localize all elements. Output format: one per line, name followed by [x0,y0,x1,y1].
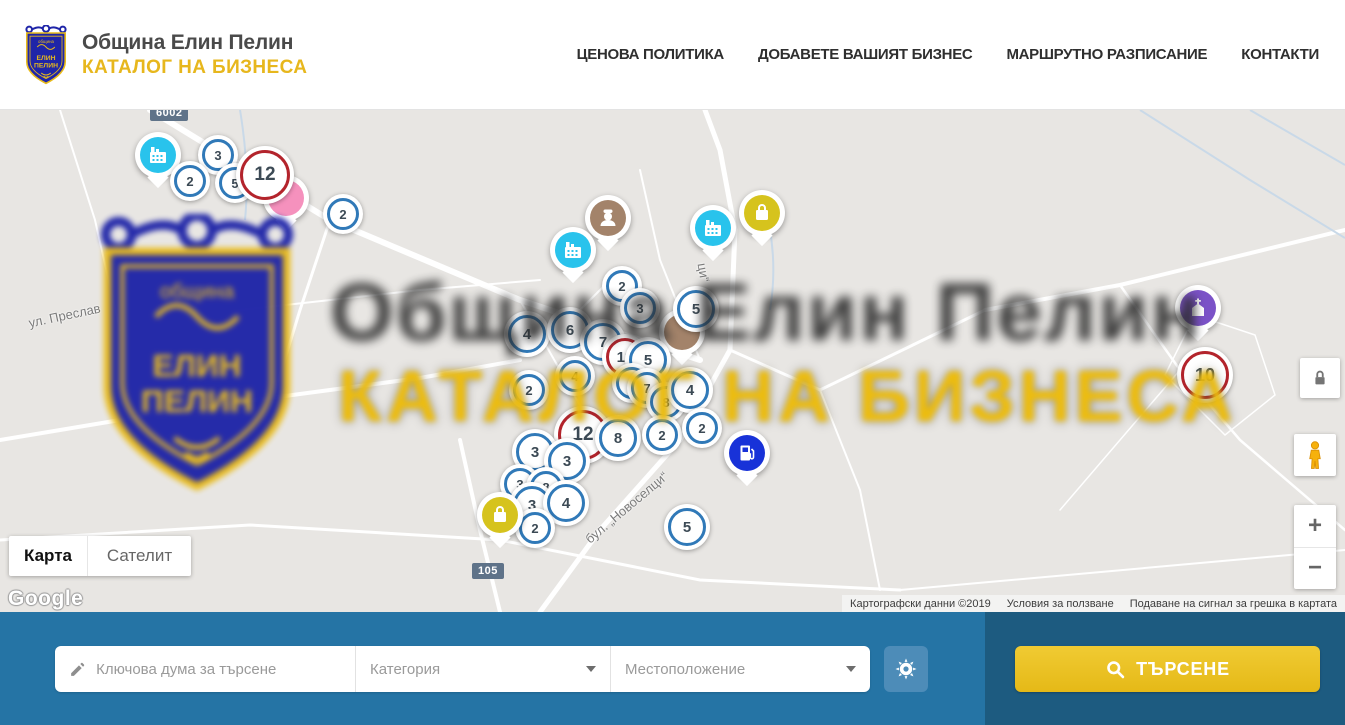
search-button[interactable]: ТЪРСЕНЕ [1015,646,1320,692]
zoom-control: + − [1294,505,1336,589]
nav-item-bus-schedule[interactable]: МАРШРУТНО РАЗПИСАНИЕ [1006,46,1207,63]
nav-item-add-business[interactable]: ДОБАВЕТЕ ВАШИЯТ БИЗНЕС [758,46,972,63]
map-type-control: Карта Сателит [9,536,191,576]
map-pin-worker[interactable] [585,195,631,241]
search-button-label: ТЪРСЕНЕ [1136,659,1230,680]
map-cluster-4[interactable]: 4 [555,356,595,396]
map-cluster-5[interactable]: 5 [673,286,719,332]
map-attribution: Картографски данни ©2019 Условия за полз… [842,595,1345,612]
category-dropdown[interactable]: Категория [355,646,610,692]
category-dropdown-value: Категория [370,661,440,678]
location-dropdown-value: Местоположение [625,661,745,678]
brand[interactable]: Община Елин Пелин КАТАЛОГ НА БИЗНЕСА [22,25,307,85]
advanced-search-button[interactable] [884,646,928,692]
street-label: ци“ [694,262,712,283]
map-cluster-2[interactable]: 2 [170,161,210,201]
zoom-in-button[interactable]: + [1294,505,1336,548]
chevron-down-icon [586,666,596,672]
map-cluster-2[interactable]: 2 [642,415,682,455]
search-group: Категория Местоположение [55,646,870,692]
keyword-input[interactable] [96,661,341,678]
lock-icon [1309,367,1331,389]
map-cluster-8[interactable]: 8 [595,415,641,461]
google-logo[interactable]: Google [8,587,83,611]
map-cluster-5[interactable]: 5 [664,504,710,550]
search-bar: Категория Местоположение ТЪРСЕНЕ [0,612,1345,725]
map-type-satellite-button[interactable]: Сателит [87,536,191,576]
pegman-icon [1302,440,1328,470]
map-pin-church[interactable] [1175,285,1221,331]
map-pin-factory[interactable] [550,227,596,273]
map-cluster-2[interactable]: 2 [323,194,363,234]
map-canvas[interactable]: 6002105ул. Преславбул. „Новоселци“ци“ 32… [0,110,1345,612]
road-number-badge: 6002 [150,110,188,121]
map-pin-factory[interactable] [690,205,736,251]
site-title: Община Елин Пелин [82,31,307,55]
road-number-badge: 105 [472,563,504,579]
map-cluster-10[interactable]: 10 [1177,347,1233,403]
keyword-field[interactable] [55,646,355,692]
map-cluster-2[interactable]: 2 [682,408,722,448]
map-pin-fuel[interactable] [724,430,770,476]
map-cluster-4[interactable]: 4 [504,311,550,357]
municipality-logo-icon [22,25,70,85]
map-cluster-3[interactable]: 3 [620,288,660,328]
map-cluster-12[interactable]: 12 [236,146,294,204]
location-dropdown[interactable]: Местоположение [610,646,870,692]
site-subtitle: КАТАЛОГ НА БИЗНЕСА [82,57,307,79]
pencil-icon [69,660,86,679]
header: Община Елин Пелин КАТАЛОГ НА БИЗНЕСА ЦЕН… [0,0,1345,110]
map-type-map-button[interactable]: Карта [9,536,87,576]
map-pin-bag[interactable] [477,492,523,538]
map-cluster-2[interactable]: 2 [509,370,549,410]
zoom-out-button[interactable]: − [1294,548,1336,590]
search-icon [1105,659,1126,680]
main-nav: ЦЕНОВА ПОЛИТИКА ДОБАВЕТЕ ВАШИЯТ БИЗНЕС М… [577,46,1319,63]
map-pin-bag[interactable] [739,190,785,236]
map-cluster-4[interactable]: 4 [667,367,713,413]
nav-item-contacts[interactable]: КОНТАКТИ [1241,46,1319,63]
attribution-terms-link[interactable]: Условия за ползване [1007,598,1114,610]
nav-item-pricing[interactable]: ЦЕНОВА ПОЛИТИКА [577,46,724,63]
attribution-report-link[interactable]: Подаване на сигнал за грешка в картата [1130,598,1337,610]
lock-button[interactable] [1300,358,1340,398]
attribution-copyright: Картографски данни ©2019 [850,598,991,610]
gear-icon [894,657,918,681]
street-view-pegman-button[interactable] [1294,434,1336,476]
chevron-down-icon [846,666,856,672]
